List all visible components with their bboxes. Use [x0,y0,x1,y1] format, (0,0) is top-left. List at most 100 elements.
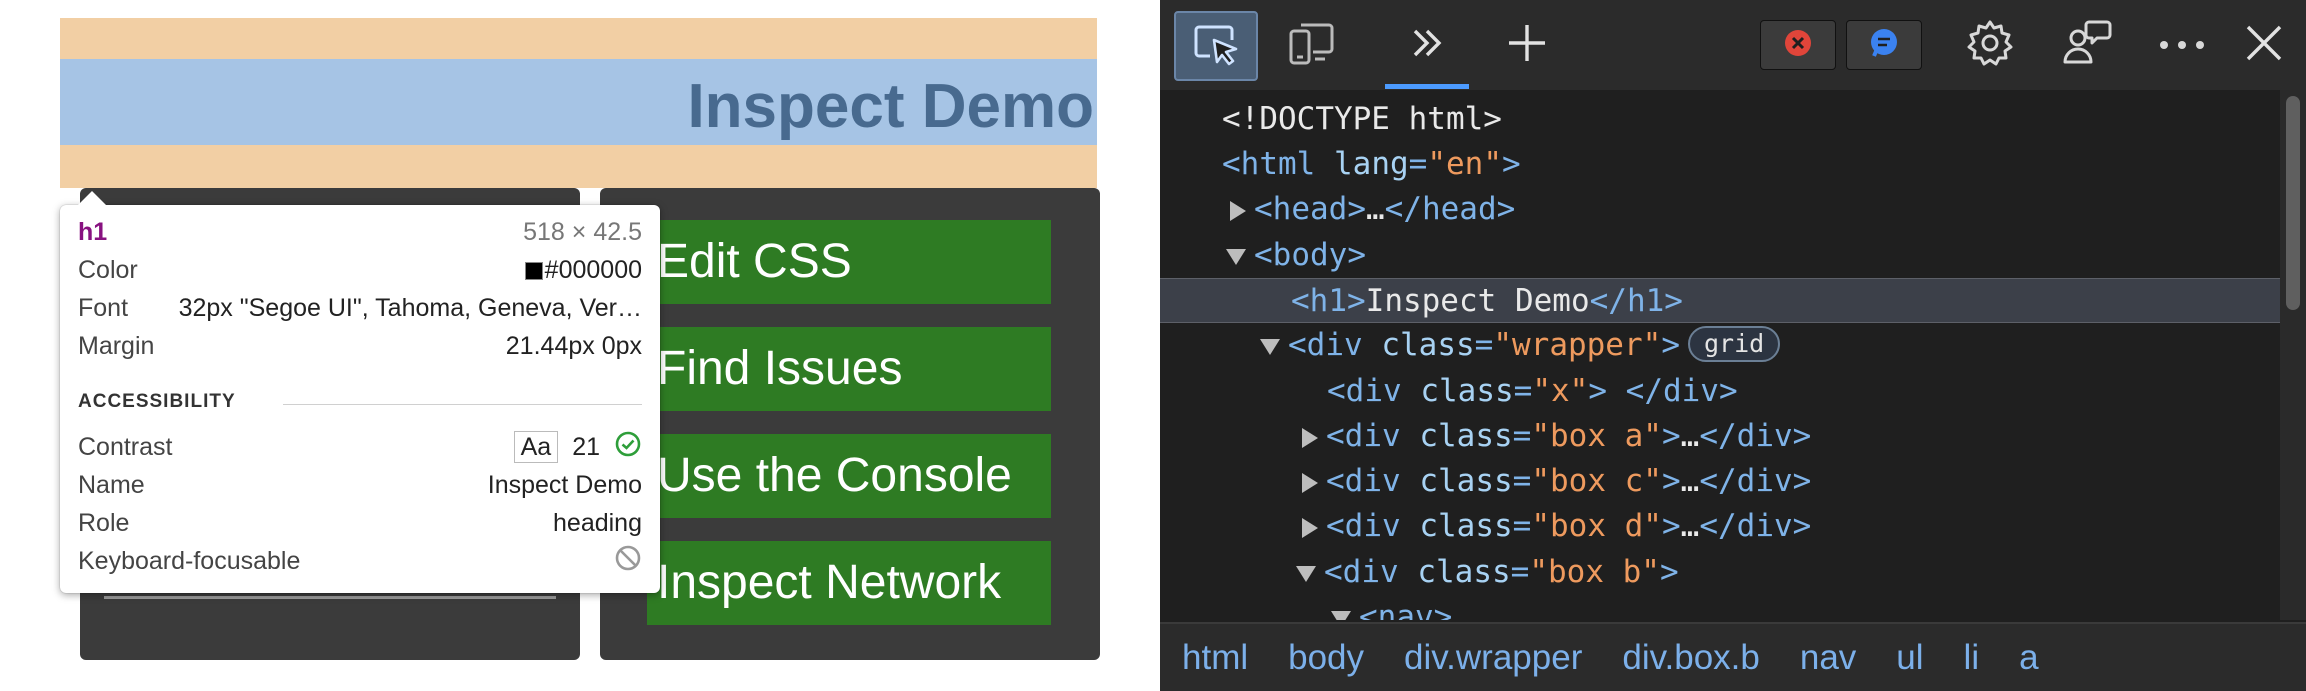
issues-counter-button[interactable] [1846,20,1922,70]
font-label: Font [78,294,129,322]
color-value-wrap: #000000 [524,255,642,285]
add-tab-button[interactable] [1485,10,1569,80]
breadcrumb-div-wrapper[interactable]: div.wrapper [1404,638,1582,678]
class-attr: class [1420,373,1514,409]
breadcrumb-body[interactable]: body [1288,638,1364,678]
nav-link-use-console[interactable]: Use the Console [647,434,1051,518]
collapse-triangle-icon[interactable] [1260,338,1280,355]
class-value: "box a" [1531,418,1662,454]
contrast-value-wrap: Aa 21 [513,430,642,465]
expand-triangle-icon[interactable] [1302,472,1318,493]
more-tabs-icon [1407,23,1447,67]
errors-counter-button[interactable] [1760,20,1836,70]
class-value: "box c" [1531,463,1662,499]
div-open-tag: <div [1327,373,1402,409]
div-open-tag: <div [1326,508,1401,544]
device-emulation-button[interactable] [1270,10,1354,80]
tooltip-color-row: Color #000000 [78,255,642,285]
contrast-sample: Aa [513,431,559,463]
dom-node-html[interactable]: <html lang="en"> [1160,142,2280,187]
h1-text: Inspect Demo [1365,283,1590,319]
tooltip-tag-name: h1 [78,218,108,246]
font-value: 32px "Segoe UI", Tahoma, Geneva, Ver… [178,294,642,322]
class-value: "box b" [1529,554,1660,590]
breadcrumb-div-box-b[interactable]: div.box.b [1622,638,1760,678]
web-page: Inspect Demo Edit CSS Find Issues Use th… [0,0,1160,691]
dom-node-div-box-b[interactable]: <div class="box b"> [1160,550,2280,595]
close-icon [2244,23,2284,67]
h1-open-tag: <h1> [1291,283,1366,319]
customize-icon [2061,18,2113,72]
dom-node-div-box-d[interactable]: <div class="box d">…</div> [1160,504,2280,549]
add-tab-icon [1505,21,1549,69]
elements-dom-tree: <!DOCTYPE html> <html lang="en"> <head>…… [1160,90,2280,620]
active-tab-underline [1385,84,1469,89]
breadcrumb-li[interactable]: li [1964,638,1980,678]
more-tabs-button[interactable] [1385,10,1469,80]
breadcrumb: html body div.wrapper div.box.b nav ul l… [1160,622,2306,691]
lang-value: "en" [1427,146,1502,182]
nav-link-inspect-network[interactable]: Inspect Network [647,541,1051,625]
collapse-triangle-icon[interactable] [1296,565,1316,582]
dom-node-div-x[interactable]: <div class="x"> </div> [1160,369,2280,414]
nav-open-tag: <nav> [1359,599,1453,620]
dom-node-div-wrapper[interactable]: <div class="wrapper"> grid [1160,323,2280,368]
expand-triangle-icon[interactable] [1302,517,1318,538]
margin-label: Margin [78,332,155,360]
class-attr: class [1417,554,1511,590]
scrollbar-thumb[interactable] [2286,96,2300,310]
dom-node-div-box-a[interactable]: <div class="box a">…</div> [1160,414,2280,459]
head-open-tag: <head> [1254,191,1366,227]
accessibility-divider [283,404,642,405]
more-options-button[interactable] [2140,10,2224,80]
box-nav-panel: Edit CSS Find Issues Use the Console Ins… [600,188,1100,660]
tooltip-name-row: Name Inspect Demo [78,470,642,500]
grid-badge[interactable]: grid [1687,326,1781,362]
dom-node-div-box-c[interactable]: <div class="box c">…</div> [1160,459,2280,504]
dom-node-doctype[interactable]: <!DOCTYPE html> [1160,97,2280,142]
gear-icon [1965,18,2015,72]
breadcrumb-html[interactable]: html [1182,638,1248,678]
expand-triangle-icon[interactable] [1302,427,1318,448]
dom-tree-scrollbar[interactable] [2280,90,2306,620]
issues-icon [1868,27,1900,63]
nav-link-edit-css[interactable]: Edit CSS [647,220,1051,304]
dom-node-body[interactable]: <body> [1160,233,2280,278]
nav-link-find-issues[interactable]: Find Issues [647,327,1051,411]
tooltip-size: 518 × 42.5 [523,218,642,246]
tooltip-header-row: h1 518 × 42.5 [78,217,642,247]
color-swatch [524,262,543,280]
error-icon [1783,28,1813,62]
class-value: "x" [1532,373,1589,409]
close-devtools-button[interactable] [2222,10,2306,80]
color-label: Color [78,256,138,284]
breadcrumb-ul[interactable]: ul [1896,638,1923,678]
head-ellipsis: … [1365,191,1385,227]
expand-triangle-icon[interactable] [1230,200,1246,221]
page-heading: Inspect Demo [687,72,1094,141]
name-value: Inspect Demo [487,471,642,499]
settings-button[interactable] [1948,10,2032,80]
lang-attr: lang [1334,146,1409,182]
h1-close-tag: </h1> [1589,283,1683,319]
breadcrumb-nav[interactable]: nav [1800,638,1856,678]
collapse-triangle-icon[interactable] [1226,248,1246,265]
class-attr: class [1381,327,1475,363]
div-close-tag: </div> [1625,373,1738,409]
dom-node-head[interactable]: <head>…</head> [1160,187,2280,232]
doctype-text: <!DOCTYPE html> [1222,101,1502,137]
left-panel-divider [104,596,556,599]
breadcrumb-a[interactable]: a [2019,638,2038,678]
dom-node-h1-selected[interactable]: <h1>Inspect Demo</h1> [1160,278,2280,323]
class-attr: class [1419,463,1513,499]
role-label: Role [78,509,130,537]
heading-band[interactable]: Inspect Demo [60,59,1097,145]
div-close-tag: </div> [1699,463,1812,499]
inspect-element-button[interactable] [1174,11,1258,81]
collapse-triangle-icon[interactable] [1331,610,1351,620]
body-open-tag: <body> [1254,237,1366,273]
name-label: Name [78,471,145,499]
customize-button[interactable] [2045,10,2129,80]
color-value: #000000 [544,256,642,284]
dom-node-nav[interactable]: <nav> [1160,595,2280,620]
